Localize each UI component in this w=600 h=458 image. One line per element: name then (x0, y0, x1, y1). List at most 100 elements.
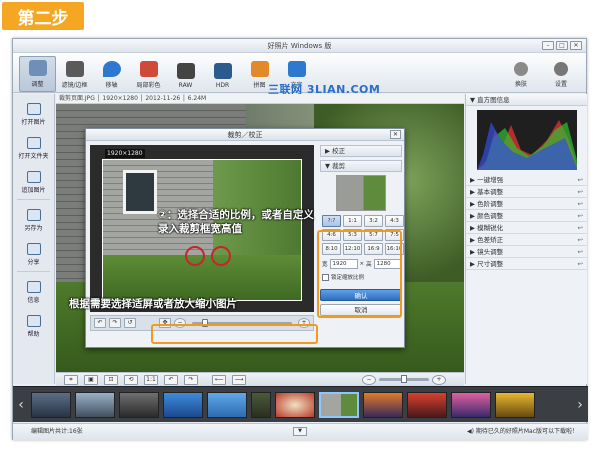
help-icon (26, 314, 41, 327)
dialog-close-button[interactable]: ✕ (390, 130, 401, 139)
open-image-icon (26, 102, 41, 115)
minimize-button[interactable]: – (542, 41, 554, 50)
adjust-auto-enhance[interactable]: ▶ 一键增强 ↩ (466, 174, 587, 186)
adjust-color[interactable]: ▶ 颜色调整 ↩ (466, 210, 587, 222)
reset-arrow-icon[interactable]: ↩ (578, 234, 583, 246)
film-thumb[interactable] (251, 391, 271, 418)
settings-button[interactable]: 设置 (543, 55, 579, 91)
film-thumb[interactable] (207, 391, 247, 418)
zoom-out-icon[interactable]: − (362, 374, 376, 385)
save-as-button[interactable]: 另存为 (13, 206, 54, 234)
adjust-chromatic[interactable]: ▶ 色差矫正 ↩ (466, 234, 587, 246)
adjust-lens[interactable]: ▶ 镜头调整 ↩ (466, 246, 587, 258)
open-folder-icon (26, 136, 41, 149)
actual-size-icon[interactable]: ⊡ (104, 374, 118, 385)
save-icon (26, 208, 41, 221)
rotate-right-icon[interactable]: ↷ (184, 374, 198, 385)
tool-adjust[interactable]: 调整 (19, 56, 56, 92)
status-news-link[interactable]: ◀) 期待已久的好照片Mac版可以下载啦！ (467, 424, 578, 440)
rotate-left-icon[interactable]: ↶ (164, 374, 178, 385)
ratio-button[interactable]: 1:1 (343, 215, 362, 227)
filter-icon (65, 61, 84, 77)
section-crop[interactable]: ▼ 裁剪 (320, 160, 402, 172)
skin-icon (514, 62, 528, 76)
collapse-filmstrip-button[interactable]: ▼ (293, 427, 307, 436)
brush-icon (139, 61, 158, 77)
tool-raw[interactable]: RAW (167, 56, 204, 92)
tool-filter[interactable]: 滤镜/边框 (56, 56, 93, 92)
film-thumb[interactable] (75, 391, 115, 418)
film-thumb[interactable] (451, 391, 491, 418)
maximize-button[interactable]: □ (556, 41, 568, 50)
close-button[interactable]: ✕ (570, 41, 582, 50)
zoom-highlight-box (151, 324, 318, 344)
status-bar: 编辑图片共计:16张 ▼ ◀) 期待已久的好照片Mac版可以下载啦！ (13, 423, 588, 440)
ratio-button[interactable]: 4:3 (385, 215, 404, 227)
adjust-basic[interactable]: ▶ 基本调整 ↩ (466, 186, 587, 198)
photo-bicycle (185, 238, 233, 266)
zoom-slider[interactable] (379, 375, 429, 383)
adjust-size[interactable]: ▶ 尺寸调整 ↩ (466, 258, 587, 270)
skin-button[interactable]: 换肤 (503, 55, 539, 91)
zoom-in-icon[interactable]: + (432, 374, 446, 385)
zoom-annotation: 根据需要选择适屏或者放大缩小图片 (69, 298, 237, 310)
title-bar: 好照片 Windows 版 – □ ✕ (13, 39, 586, 53)
share-button[interactable]: 分享 (13, 240, 54, 268)
left-panel: 打开图片 打开文件夹 追加图片 另存为 分享 信息 帮助 (13, 94, 55, 384)
reset-arrow-icon[interactable]: ↩ (578, 246, 583, 258)
film-thumb[interactable] (407, 391, 447, 418)
text-icon (287, 61, 306, 77)
side-divider (17, 271, 50, 272)
open-folder-button[interactable]: 打开文件夹 (13, 134, 54, 162)
undo-icon[interactable]: ⟵ (212, 374, 226, 385)
help-button[interactable]: 帮助 (13, 312, 54, 340)
fit-icon[interactable]: ▣ (84, 374, 98, 385)
reset-arrow-icon[interactable]: ↩ (578, 186, 583, 198)
open-image-button[interactable]: 打开图片 (13, 100, 54, 128)
adjust-blur-sharpen[interactable]: ▶ 模糊锐化 ↩ (466, 222, 587, 234)
reset-arrow-icon[interactable]: ↩ (578, 210, 583, 222)
reset-arrow-icon[interactable]: ↩ (578, 258, 583, 270)
film-thumb[interactable] (275, 391, 315, 418)
pencil-icon (28, 60, 47, 76)
tool-partial-color[interactable]: 局部彩色 (130, 56, 167, 92)
ratio-1-1-button[interactable]: 1:1 (144, 374, 158, 385)
gear-icon (554, 62, 568, 76)
zoom-bar: − + (362, 374, 446, 385)
info-button[interactable]: 信息 (13, 278, 54, 306)
film-thumb[interactable] (363, 391, 403, 418)
filmstrip-prev-icon[interactable]: ‹ (16, 395, 26, 415)
ratio-annotation: ②：选择合适的比例，或者自定义录入裁剪框宽高值 (158, 209, 314, 235)
film-thumb[interactable] (31, 391, 71, 418)
adjust-levels[interactable]: ▶ 色阶调整 ↩ (466, 198, 587, 210)
ratio-button[interactable]: 3:2 (364, 215, 383, 227)
tool-tilt-shift[interactable]: 移轴 (93, 56, 130, 92)
reset-arrow-icon[interactable]: ↩ (578, 174, 583, 186)
film-thumb-selected[interactable] (319, 391, 359, 418)
tool-hdr[interactable]: HDR (204, 56, 241, 92)
add-image-button[interactable]: 追加图片 (13, 168, 54, 196)
share-icon (26, 242, 41, 255)
image-info-bar: 裁剪页面.JPG │ 1920×1280 │ 2012-11-26 │ 6.24… (56, 94, 464, 104)
image-count: 编辑图片共计:16张 (31, 428, 83, 435)
hdr-icon (213, 63, 232, 79)
redo-icon[interactable]: ⟶ (232, 374, 246, 385)
section-correct[interactable]: ▶ 校正 (320, 145, 402, 157)
droplet-icon (102, 61, 121, 77)
reset-arrow-icon[interactable]: ↩ (578, 222, 583, 234)
reset-button[interactable]: ↺ (124, 318, 136, 328)
ratio-button[interactable]: ?:? (322, 215, 341, 227)
side-divider (17, 199, 50, 200)
crop-thumbnail (336, 175, 386, 211)
filmstrip-next-icon[interactable]: › (575, 395, 585, 415)
undo-button[interactable]: ↶ (94, 318, 106, 328)
film-thumb[interactable] (495, 391, 535, 418)
histogram-header[interactable]: ▼ 直方图信息 (466, 94, 587, 106)
film-thumb[interactable] (119, 391, 159, 418)
redo-button[interactable]: ↷ (109, 318, 121, 328)
rotate-icon[interactable]: ⟲ (124, 374, 138, 385)
dialog-title: 裁剪／校正 ✕ (86, 129, 404, 141)
crop-icon[interactable]: ⌗ (64, 374, 78, 385)
film-thumb[interactable] (163, 391, 203, 418)
reset-arrow-icon[interactable]: ↩ (578, 198, 583, 210)
